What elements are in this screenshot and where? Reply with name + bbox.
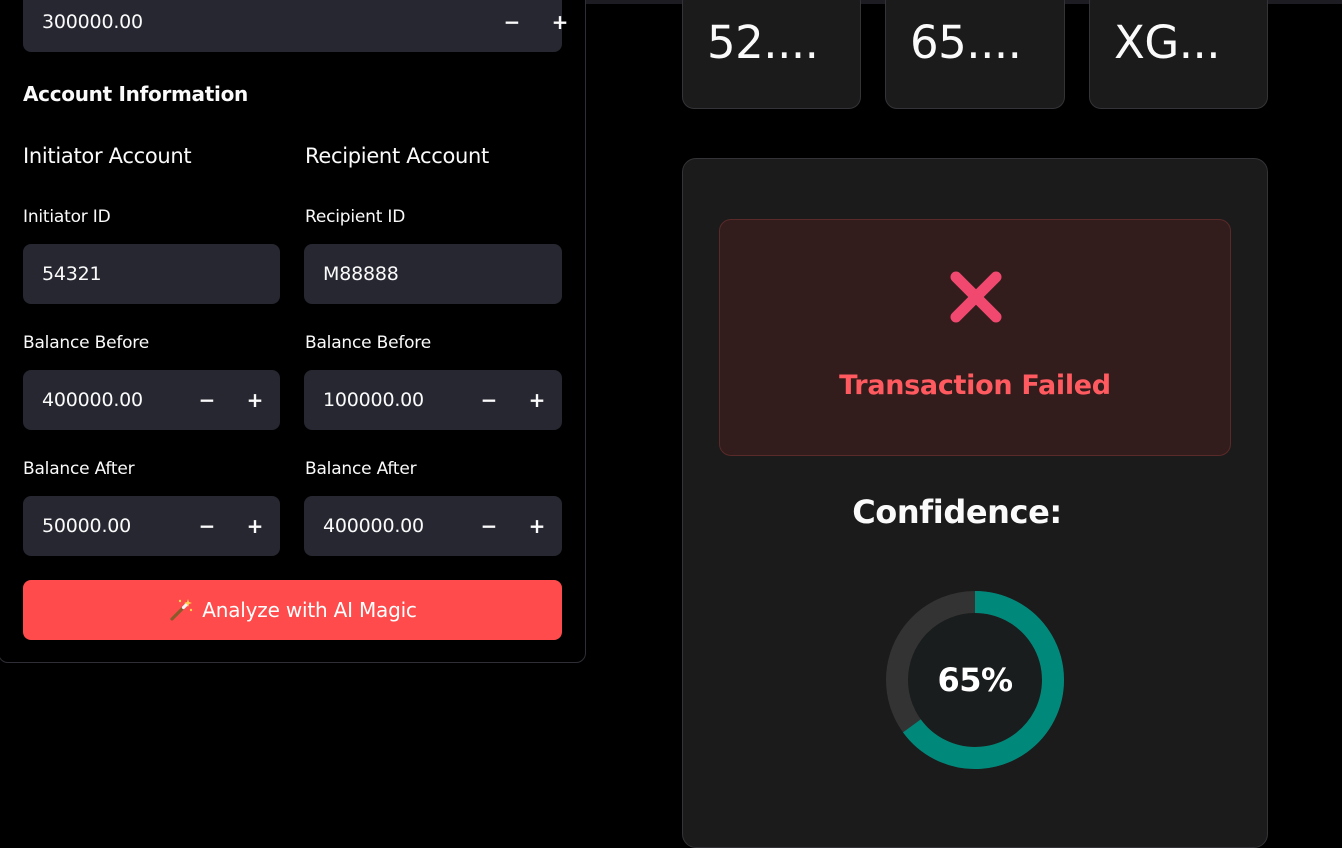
- analyze-button-label: Analyze with AI Magic: [202, 598, 417, 622]
- initiator-balance-after-decrement-button[interactable]: −: [183, 496, 231, 556]
- initiator-balance-before-value: 400000.00: [42, 389, 143, 411]
- initiator-id-input[interactable]: 54321: [23, 244, 280, 304]
- recipient-balance-before-label: Balance Before: [305, 333, 431, 353]
- confidence-donut: 65%: [884, 589, 1066, 771]
- account-section-title: Account Information: [23, 82, 248, 106]
- recipient-balance-before-input[interactable]: 100000.00 − +: [304, 370, 562, 430]
- confidence-value: 65%: [937, 661, 1013, 699]
- initiator-id-value: 54321: [42, 263, 102, 285]
- recipient-id-value: M88888: [323, 263, 399, 285]
- recipient-id-label: Recipient ID: [305, 207, 406, 227]
- recipient-id-input[interactable]: M88888: [304, 244, 562, 304]
- initiator-column-title: Initiator Account: [23, 144, 192, 168]
- metric-card-1: 52....: [682, 0, 861, 109]
- amount-increment-button[interactable]: +: [536, 0, 584, 52]
- metric-card-2: 65....: [885, 0, 1065, 109]
- confidence-label: Confidence:: [852, 493, 1062, 531]
- result-panel: Transaction Failed Confidence: 65%: [682, 158, 1268, 848]
- initiator-balance-after-value: 50000.00: [42, 515, 132, 537]
- initiator-balance-before-label: Balance Before: [23, 333, 149, 353]
- recipient-balance-after-input[interactable]: 400000.00 − +: [304, 496, 562, 556]
- initiator-balance-after-input[interactable]: 50000.00 − +: [23, 496, 280, 556]
- recipient-balance-before-increment-button[interactable]: +: [513, 370, 561, 430]
- initiator-id-label: Initiator ID: [23, 207, 111, 227]
- amount-decrement-button[interactable]: −: [488, 0, 536, 52]
- initiator-balance-after-increment-button[interactable]: +: [231, 496, 279, 556]
- recipient-balance-after-value: 400000.00: [323, 515, 424, 537]
- recipient-balance-after-increment-button[interactable]: +: [513, 496, 561, 556]
- amount-value: 300000.00: [42, 11, 143, 33]
- recipient-column-title: Recipient Account: [305, 144, 489, 168]
- recipient-balance-before-decrement-button[interactable]: −: [465, 370, 513, 430]
- recipient-balance-after-label: Balance After: [305, 459, 417, 479]
- metric-value-1: 52....: [707, 16, 819, 69]
- initiator-balance-before-increment-button[interactable]: +: [231, 370, 279, 430]
- metric-value-3: XG...: [1114, 16, 1221, 69]
- initiator-balance-before-input[interactable]: 400000.00 − +: [23, 370, 280, 430]
- transaction-status-alert: Transaction Failed: [719, 219, 1231, 456]
- transaction-status-text: Transaction Failed: [839, 370, 1111, 401]
- analyze-button[interactable]: Analyze with AI Magic: [23, 580, 562, 640]
- magic-wand-icon: [168, 597, 194, 623]
- metric-value-2: 65....: [910, 16, 1022, 69]
- cross-icon: [944, 265, 1008, 329]
- recipient-balance-after-decrement-button[interactable]: −: [465, 496, 513, 556]
- initiator-balance-after-label: Balance After: [23, 459, 135, 479]
- initiator-balance-before-decrement-button[interactable]: −: [183, 370, 231, 430]
- amount-input[interactable]: 300000.00 − +: [23, 0, 568, 52]
- metric-card-3: XG...: [1089, 0, 1268, 109]
- recipient-balance-before-value: 100000.00: [323, 389, 424, 411]
